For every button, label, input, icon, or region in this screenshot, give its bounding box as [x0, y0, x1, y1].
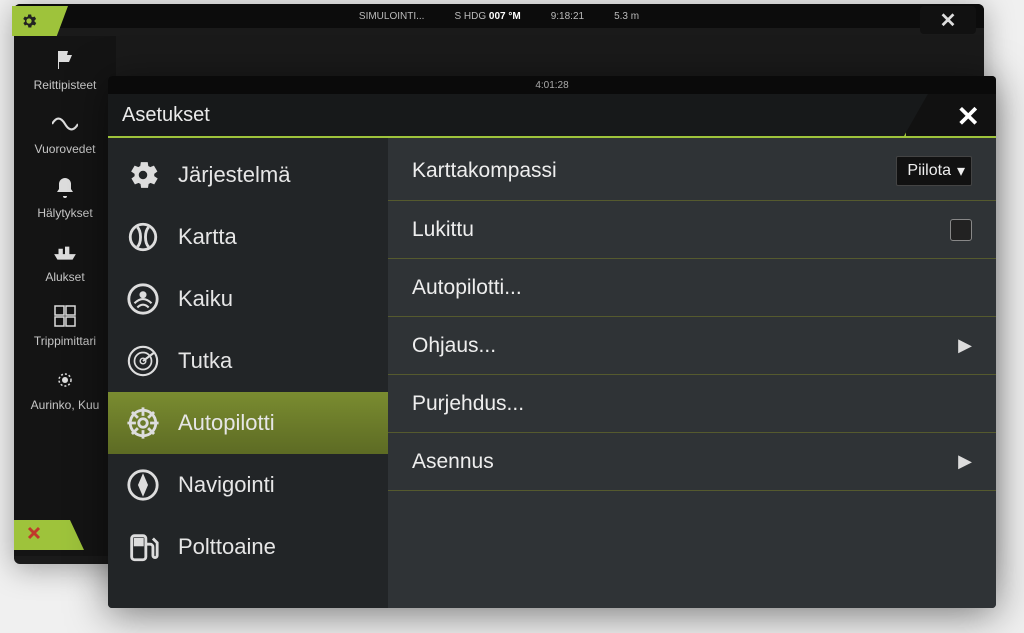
- back-time: 9:18:21: [551, 11, 584, 22]
- row-label: Asennus: [412, 450, 494, 474]
- nav-item-echo[interactable]: Kaiku: [108, 268, 388, 330]
- nav-item-chart[interactable]: Kartta: [108, 206, 388, 268]
- front-status-bar: 4:01:28: [108, 76, 996, 94]
- back-status-bar: 🌐 ⚠ SIMULOINTI... S HDG 007 °M 9:18:21 5…: [14, 4, 984, 28]
- sidebar-item-tides[interactable]: Vuorovedet: [14, 106, 116, 166]
- sidebar-close-button[interactable]: [14, 520, 84, 550]
- sidebar-item-label: Reittipisteet: [34, 78, 97, 92]
- sidebar-item-label: Hälytykset: [37, 206, 92, 220]
- select-value: Piilota: [907, 162, 951, 180]
- row-steering[interactable]: Ohjaus... ▶: [388, 317, 996, 375]
- nav-item-label: Autopilotti: [178, 410, 275, 436]
- ship-icon: [51, 240, 79, 264]
- row-chart-compass[interactable]: Karttakompassi Piilota ▾: [388, 142, 996, 201]
- chevron-right-icon: ▶: [958, 335, 972, 356]
- row-label: Lukittu: [412, 218, 474, 242]
- close-icon: ✕: [940, 8, 957, 33]
- row-installation[interactable]: Asennus ▶: [388, 433, 996, 491]
- row-label: Autopilotti...: [412, 276, 522, 300]
- bell-icon: [51, 176, 79, 200]
- nav-item-system[interactable]: Järjestelmä: [108, 144, 388, 206]
- row-label: Ohjaus...: [412, 334, 496, 358]
- row-label: Purjehdus...: [412, 392, 524, 416]
- nav-item-label: Kaiku: [178, 286, 233, 312]
- sidebar-item-trip[interactable]: Trippimittari: [14, 298, 116, 358]
- sidebar-item-label: Alukset: [45, 270, 84, 284]
- nav-item-label: Navigointi: [178, 472, 275, 498]
- sidebar-item-waypoints[interactable]: Reittipisteet: [14, 42, 116, 102]
- chevron-right-icon: ▶: [958, 451, 972, 472]
- nav-item-label: Tutka: [178, 348, 232, 374]
- nav-item-label: Järjestelmä: [178, 162, 290, 188]
- settings-detail-panel: Karttakompassi Piilota ▾ Lukittu Autopil…: [388, 138, 996, 608]
- nav-item-label: Kartta: [178, 224, 237, 250]
- locked-checkbox[interactable]: [950, 219, 972, 241]
- nav-item-autopilot[interactable]: Autopilotti: [108, 392, 388, 454]
- helm-wheel-icon: [126, 406, 160, 440]
- gear-icon: [126, 158, 160, 192]
- globe-map-icon: [126, 220, 160, 254]
- front-time: 4:01:28: [535, 80, 568, 91]
- nav-item-fuel[interactable]: Polttoaine: [108, 516, 388, 578]
- dialog-close-button[interactable]: ✕: [957, 100, 980, 133]
- nav-item-navigation[interactable]: Navigointi: [108, 454, 388, 516]
- row-sailing[interactable]: Purjehdus...: [388, 375, 996, 433]
- row-label: Karttakompassi: [412, 159, 557, 183]
- settings-category-list: Järjestelmä Kartta Kaiku Tutka Autopilot…: [108, 138, 388, 608]
- row-locked[interactable]: Lukittu: [388, 201, 996, 259]
- sidebar-item-label: Trippimittari: [34, 334, 96, 348]
- radar-icon: [126, 344, 160, 378]
- sonar-icon: [126, 282, 160, 316]
- simulation-label: SIMULOINTI...: [359, 11, 425, 22]
- close-red-icon: [26, 524, 42, 547]
- back-depth: 5.3 m: [614, 11, 639, 22]
- back-close-button[interactable]: ✕: [920, 6, 976, 34]
- sidebar-item-sunmoon[interactable]: Aurinko, Kuu: [14, 362, 116, 422]
- nav-item-label: Polttoaine: [178, 534, 276, 560]
- heading-readout: S HDG 007 °M: [454, 11, 520, 22]
- wave-icon: [51, 112, 79, 136]
- sun-moon-icon: [51, 368, 79, 392]
- row-autopilot[interactable]: Autopilotti...: [388, 259, 996, 317]
- gear-icon: [20, 12, 38, 30]
- dialog-titlebar: Asetukset ✕: [108, 94, 996, 138]
- tools-sidebar: Reittipisteet Vuorovedet Hälytykset Aluk…: [14, 36, 116, 556]
- fuel-pump-icon: [126, 530, 160, 564]
- nav-item-radar[interactable]: Tutka: [108, 330, 388, 392]
- sidebar-item-alarms[interactable]: Hälytykset: [14, 170, 116, 230]
- compass-select[interactable]: Piilota ▾: [896, 156, 972, 186]
- flag-icon: [51, 48, 79, 72]
- sidebar-item-vessels[interactable]: Alukset: [14, 234, 116, 294]
- dialog-title: Asetukset: [122, 104, 210, 127]
- close-icon: ✕: [957, 101, 980, 132]
- gauge-grid-icon: [51, 304, 79, 328]
- sidebar-item-label: Vuorovedet: [35, 142, 96, 156]
- settings-dialog: 4:01:28 Asetukset ✕ Järjestelmä Kartta K…: [108, 76, 996, 608]
- chevron-down-icon: ▾: [957, 161, 965, 181]
- sidebar-item-label: Aurinko, Kuu: [31, 398, 100, 412]
- compass-icon: [126, 468, 160, 502]
